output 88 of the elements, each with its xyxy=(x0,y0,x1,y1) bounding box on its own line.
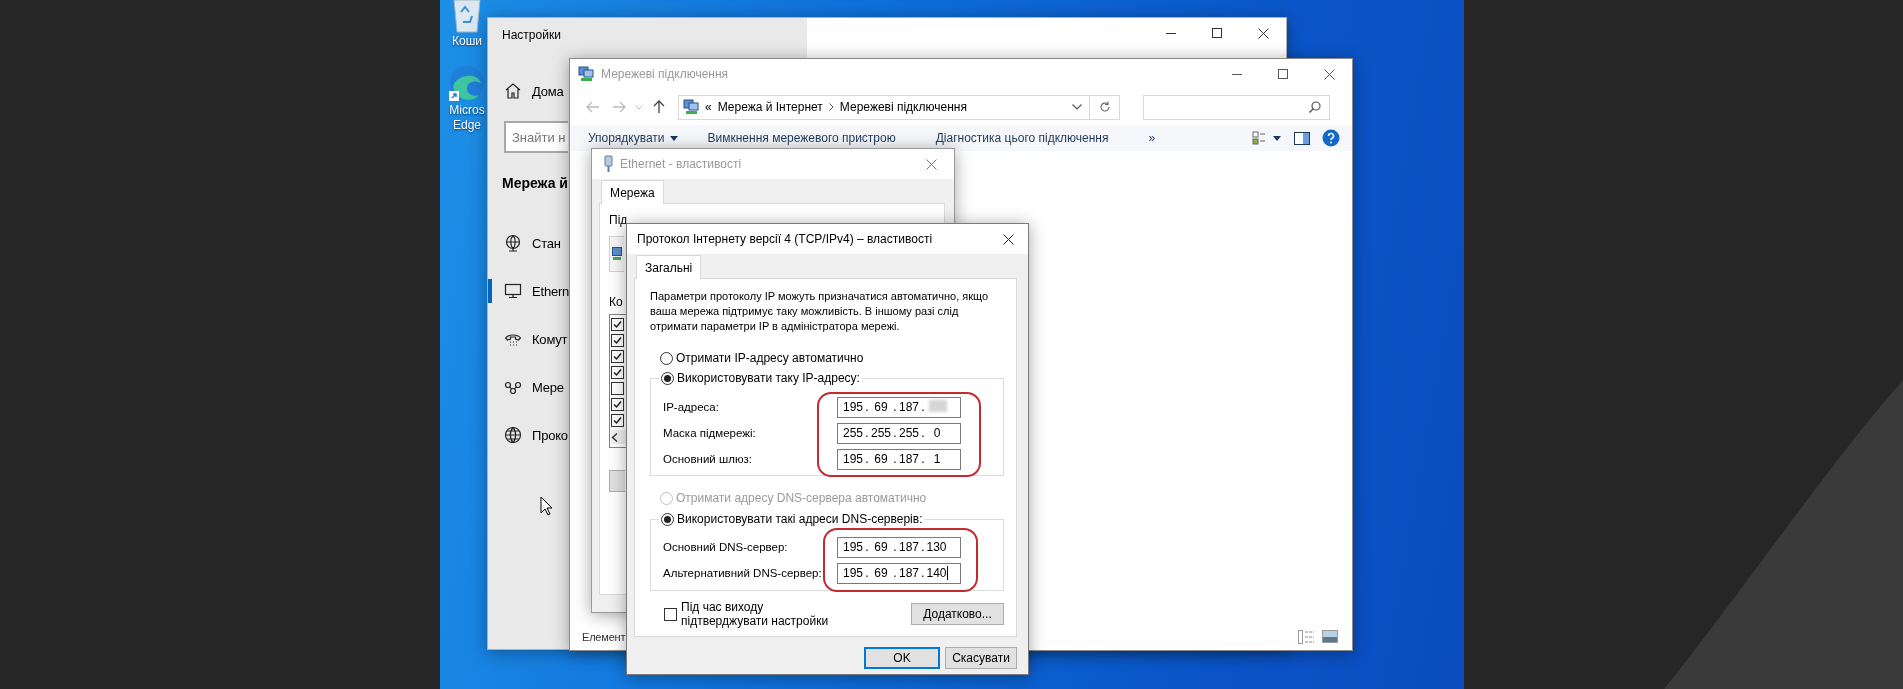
window-title: Протокол Інтернету версії 4 (TCP/IPv4) – властивості xyxy=(637,232,933,246)
breadcrumb-overflow[interactable]: « xyxy=(705,100,712,114)
field-label: Ко xyxy=(609,294,623,310)
checkbox[interactable] xyxy=(611,366,624,379)
refresh-icon xyxy=(1098,101,1111,113)
dialog-button[interactable]: Скасувати xyxy=(945,647,1017,669)
desktop-icon-label: Коши xyxy=(452,34,482,49)
section-title: Мережа й xyxy=(502,174,568,193)
help-icon[interactable] xyxy=(1322,129,1340,147)
details-view-icon[interactable] xyxy=(1298,630,1314,644)
settings-nav-item[interactable]: Проко xyxy=(532,427,568,443)
toolbar-button[interactable]: Діагностика цього підключення xyxy=(925,127,1119,149)
settings-nav-item[interactable]: Стан xyxy=(532,235,561,251)
network-folder-icon xyxy=(578,66,594,82)
close-icon xyxy=(925,158,937,170)
checkbox-label: Під час виходу підтверджувати настройки xyxy=(681,600,830,628)
desktop-icon-label: Micros xyxy=(449,103,485,118)
window-title: Ethernet - властивості xyxy=(620,157,742,171)
search-icon xyxy=(1309,101,1321,113)
field-label: Альтернативний DNS-сервер: xyxy=(663,567,822,579)
breadcrumb[interactable]: Мережа й Інтернет xyxy=(717,100,823,114)
scroll-left-icon xyxy=(611,432,619,442)
field-label: Основний шлюз: xyxy=(663,453,752,465)
close-icon xyxy=(1002,233,1014,245)
home-icon xyxy=(504,82,522,100)
field-label: Маска підмережі: xyxy=(663,427,756,439)
tab[interactable]: Загальні xyxy=(636,255,702,279)
back-arrow-icon xyxy=(586,101,600,113)
dns-address-field[interactable]: 195 . 69 . 187 .130 xyxy=(837,536,961,558)
description-text: Параметри протоколу IP можуть призначатися автоматично, якщо ваша мережа підтримує таку можливість. В іншому разі слід отримати параметри IP в адміністратора мережі. xyxy=(649,289,990,334)
field-label: Основний DNS-сервер: xyxy=(663,541,788,553)
toolbar-button[interactable]: Упорядкувати xyxy=(578,127,688,149)
preview-pane-icon[interactable] xyxy=(1294,131,1310,145)
chevron-right-icon xyxy=(828,103,834,111)
chevron-down-icon xyxy=(635,104,643,110)
toolbar-button[interactable]: Вимкнення мережевого пристрою xyxy=(697,127,906,149)
status-text: Елемент xyxy=(582,631,626,643)
dialog-button[interactable]: OK xyxy=(864,647,940,669)
close-icon xyxy=(1257,27,1269,39)
radio-option[interactable]: Використовувати такі адреси DNS-серверів: xyxy=(661,512,923,526)
chevron-down-icon xyxy=(1072,104,1082,110)
minimize-icon xyxy=(1232,73,1242,75)
view-options-icon[interactable] xyxy=(1252,131,1282,145)
checkbox[interactable] xyxy=(611,414,624,427)
search-field[interactable] xyxy=(1143,94,1330,120)
large-icons-view-icon[interactable] xyxy=(1322,630,1338,643)
desktop-icon-label: Edge xyxy=(453,118,481,133)
window-title: Настройки xyxy=(501,27,562,44)
monitor-icon xyxy=(504,282,522,300)
advanced-button[interactable]: Додатково... xyxy=(911,603,1004,625)
ip-address-field[interactable]: 195 . 69 . 187 . 1 xyxy=(837,448,961,470)
search-field[interactable]: Знайти н xyxy=(504,121,568,153)
circular-logo-icon[interactable] xyxy=(447,63,487,103)
close-icon xyxy=(1323,68,1335,80)
radio-option[interactable]: Отримати IP-адресу автоматично xyxy=(660,351,1004,365)
settings-nav-item[interactable]: Ethern xyxy=(532,283,570,299)
checkbox[interactable] xyxy=(664,607,677,621)
recycle-bin-icon[interactable] xyxy=(450,0,484,34)
minimize-icon xyxy=(1166,32,1176,34)
settings-nav-item[interactable]: Мере xyxy=(532,379,564,395)
settings-nav-item[interactable]: Комут xyxy=(532,331,568,347)
forward-arrow-icon xyxy=(612,101,626,113)
mouse-cursor-icon xyxy=(540,496,553,516)
adapter-icon xyxy=(612,247,622,261)
home-nav-item[interactable]: Дома xyxy=(532,83,564,99)
radio-option[interactable]: Використовувати таку IP-адресу: xyxy=(661,371,860,385)
tab[interactable]: Мережа xyxy=(601,180,664,204)
checkbox[interactable] xyxy=(611,398,624,411)
checkbox[interactable] xyxy=(611,382,624,395)
up-arrow-icon xyxy=(653,100,665,114)
maximize-icon xyxy=(1278,69,1288,79)
globe-icon xyxy=(504,426,522,444)
window-title: Мережеві підключення xyxy=(601,67,729,81)
checkbox[interactable] xyxy=(611,334,624,347)
maximize-icon xyxy=(1212,28,1222,38)
dns-address-field[interactable]: 195 . 69 . 187 .140 xyxy=(837,562,961,584)
network-folder-icon xyxy=(683,99,699,115)
more-commands-button[interactable]: » xyxy=(1138,127,1166,149)
checkbox[interactable] xyxy=(611,318,624,331)
globe-icon xyxy=(504,234,522,252)
address-bar[interactable]: « Мережа й Інтернет Мережеві підключення xyxy=(678,94,1120,120)
plug-icon xyxy=(604,155,613,173)
ip-address-field[interactable]: 195 . 69 . 187 . xyxy=(837,396,961,418)
ip-address-field[interactable]: 255 . 255 . 255 . 0 xyxy=(837,422,961,444)
checkbox[interactable] xyxy=(611,350,624,363)
blurred-octet xyxy=(929,399,947,412)
breadcrumb[interactable]: Мережеві підключення xyxy=(839,100,967,114)
field-label: IP-адреса: xyxy=(663,401,719,413)
